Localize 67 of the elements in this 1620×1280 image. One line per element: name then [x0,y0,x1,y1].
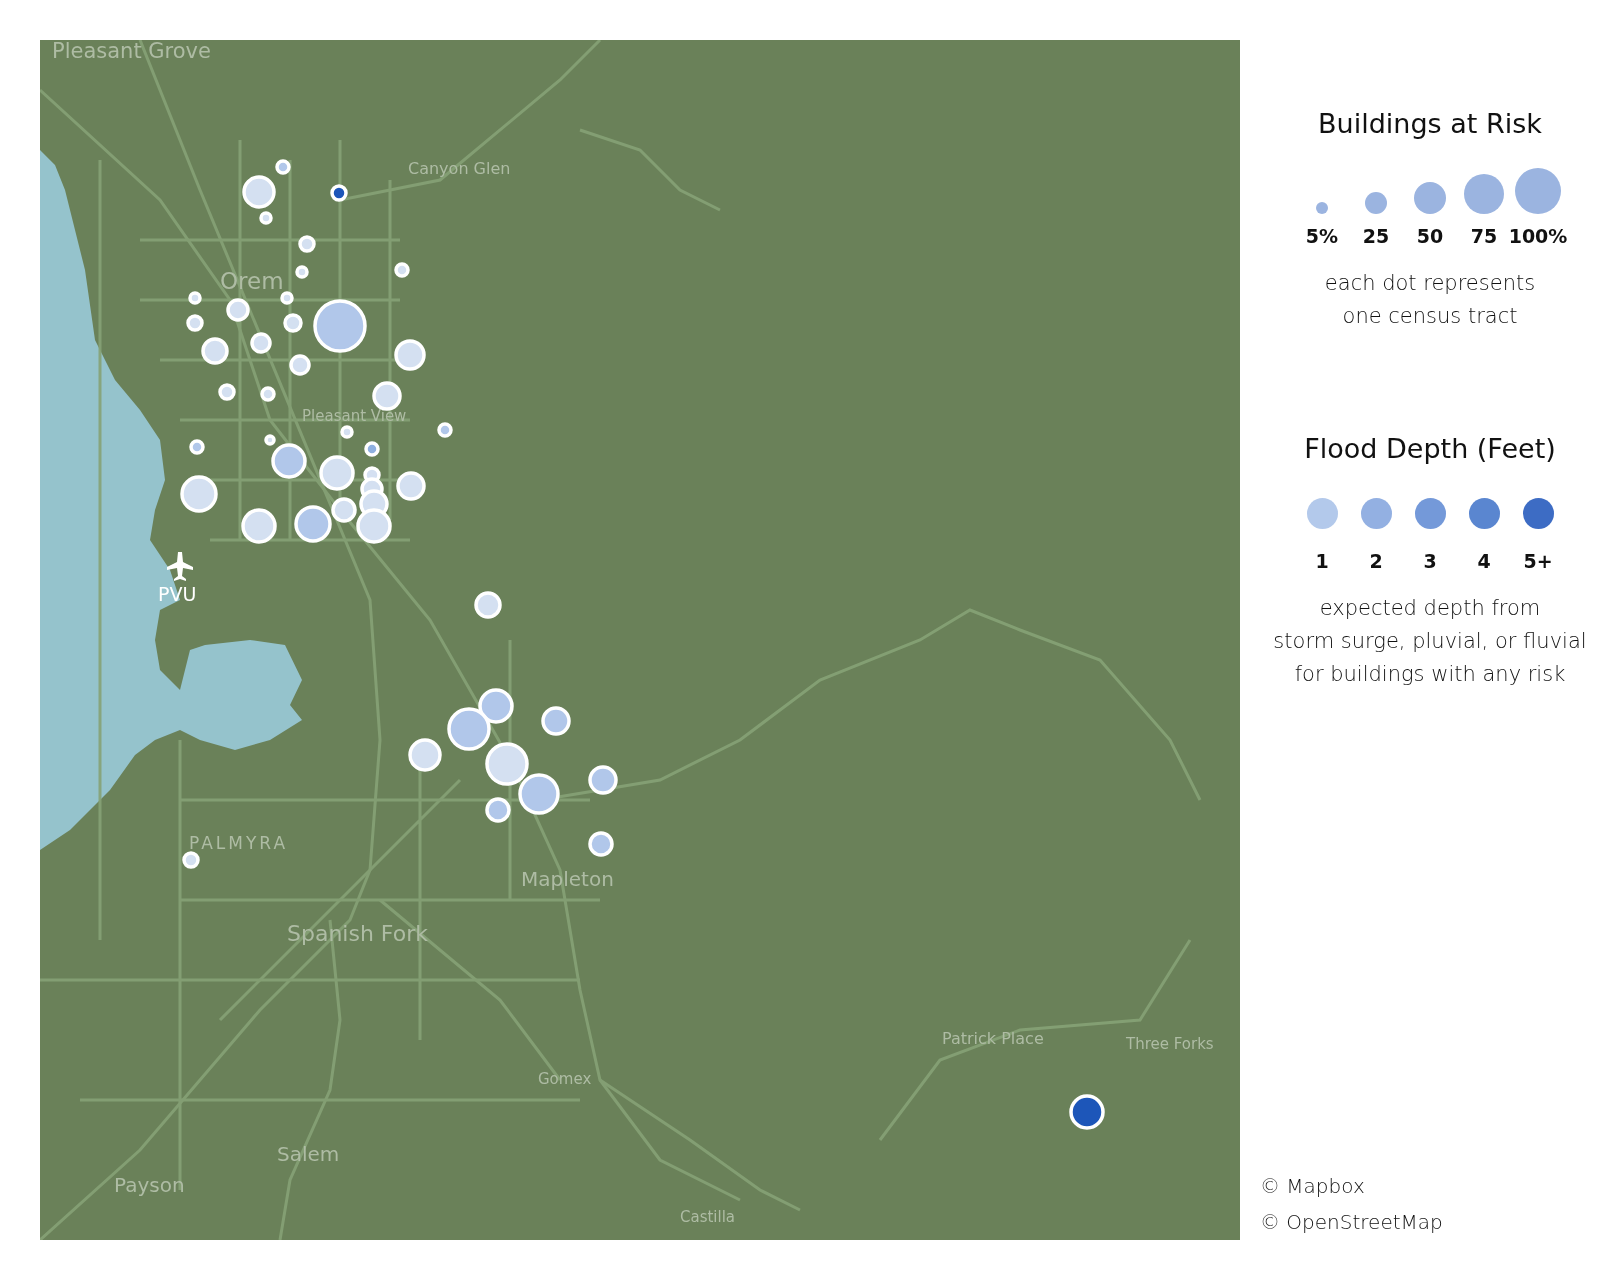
tract-dot [588,831,614,857]
tract-dot [364,441,380,457]
legend-note-line: one census tract [1341,302,1519,330]
tract-dot [298,235,316,253]
tract-dot [182,851,200,869]
place-label: Canyon Glen [408,159,511,178]
place-label: PALMYRA [189,833,289,853]
legend-label: 5% [1305,224,1339,250]
tract-dot [588,765,618,795]
place-label: Salem [277,1142,340,1166]
tract-dot [189,439,205,455]
place-label: Mapleton [521,867,614,891]
legend-note-line: storm surge, pluvial, or fluvial [1272,627,1588,655]
tract-dot [226,298,250,322]
tract-dot [330,184,348,202]
tract-dot [394,262,410,278]
tract-dot [474,591,502,619]
legend-note-line: each dot represents [1323,269,1537,297]
legend-label: 1 [1315,549,1329,575]
tract-dot [201,337,229,365]
tract-dot [295,265,309,279]
size-swatch-dot [1515,168,1561,215]
place-label: Spanish Fork [287,921,428,946]
size-swatch-dot [1414,182,1446,215]
legend-title: Buildings at Risk [1317,108,1543,141]
tract-dot [186,314,204,332]
tract-dot [437,422,453,438]
tract-dot [541,706,571,736]
tract-dot [280,291,294,305]
attribution-text: © OpenStreetMap [1260,1209,1444,1236]
legend-note-line: for buildings with any risk [1293,660,1567,688]
place-label: Three Forks [1126,1035,1214,1053]
place-label: Pleasant Grove [52,40,211,63]
size-swatch-dot [1365,192,1387,215]
size-swatch-dot [1316,202,1328,215]
legend-label: 4 [1477,549,1491,575]
place-label: Pleasant View [302,407,407,425]
tract-dot [283,313,303,333]
legend-label: 5+ [1523,549,1553,575]
tract-dot [259,211,273,225]
place-label: Payson [114,1173,185,1197]
tract-dot [394,339,426,371]
tract-dot [396,471,426,501]
tract-dot [289,354,311,376]
tract-dot [485,797,511,823]
attribution-text: © Mapbox [1260,1173,1366,1200]
place-label: Patrick Place [942,1029,1044,1048]
tract-dot [250,332,272,354]
airplane-icon [167,552,193,581]
tract-dot [340,425,354,439]
size-swatch-dot [1464,174,1504,215]
legend-label: 50 [1416,224,1444,250]
legend-title: Flood Depth (Feet) [1303,432,1557,466]
tract-dot [260,386,276,402]
legend-label: 3 [1423,549,1437,575]
legend-note-line: expected depth from [1318,594,1542,622]
tract-dot [372,381,402,411]
legend-label: 75 [1470,224,1498,250]
place-label: Castilla [680,1208,736,1226]
place-label: Gomex [538,1070,592,1088]
tract-dot [218,383,236,401]
tract-dot [188,291,202,305]
place-label: Orem [220,268,284,294]
tract-dot [313,299,367,353]
legend-label: 25 [1362,224,1390,250]
legend-label: 2 [1369,549,1383,575]
legend-label: 100% [1508,224,1568,250]
